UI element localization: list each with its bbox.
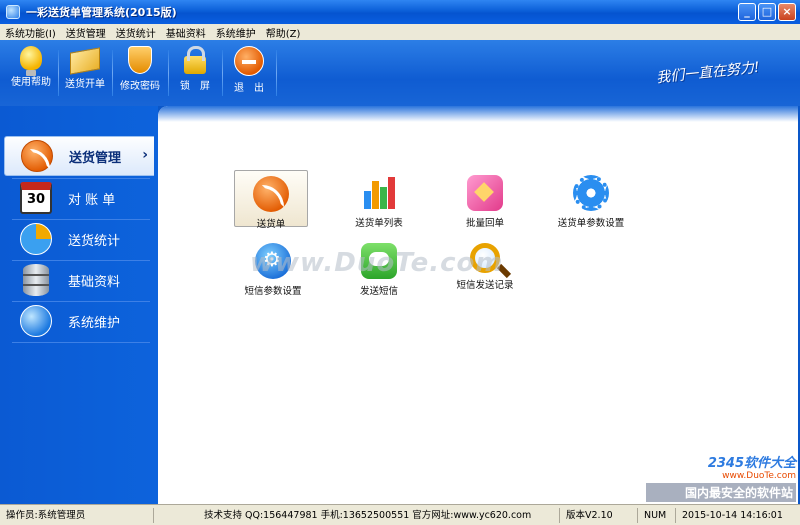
tile-delivery-settings[interactable]: 送货单参数设置 <box>545 170 637 229</box>
toolbar: 使用帮助 送货开单 修改密码 锁 屏 退 出 我们一直在努力! <box>0 40 800 106</box>
change-password-button-label: 修改密码 <box>120 81 160 92</box>
menu-system-maintenance[interactable]: 系统维护 <box>211 25 261 40</box>
tile-delivery-note[interactable]: 送货单 <box>234 170 308 230</box>
exit-button[interactable]: 退 出 <box>226 46 272 94</box>
status-version: 版本V2.10 <box>562 508 638 523</box>
toolbar-separator <box>112 50 113 96</box>
app-icon <box>6 5 20 19</box>
layers-icon <box>467 175 503 211</box>
sidebar: 送货管理 › 30 对 账 单 送货统计 基础资料 系统维护 <box>0 106 158 504</box>
new-delivery-button-label: 送货开单 <box>65 79 105 90</box>
minimize-button[interactable]: _ <box>738 3 756 21</box>
menu-basic-data[interactable]: 基础资料 <box>161 25 211 40</box>
tile-label: 短信发送记录 <box>456 280 514 291</box>
new-delivery-button[interactable]: 送货开单 <box>62 46 108 90</box>
menu-bar: 系统功能(I) 送货管理 送货统计 基础资料 系统维护 帮助(Z) <box>0 24 800 40</box>
box-icon <box>70 47 100 75</box>
status-bar: 操作员:系统管理员 技术支持 QQ:156447981 手机:136525005… <box>0 504 800 525</box>
tile-label: 批量回单 <box>465 218 504 229</box>
sidebar-item-label: 送货统计 <box>68 233 121 249</box>
toolbar-separator <box>58 50 59 96</box>
slogan: 我们一直在努力! <box>655 59 761 87</box>
status-numlock: NUM <box>640 508 676 523</box>
tile-batch-return[interactable]: 批量回单 <box>440 170 530 229</box>
tile-label: 送货单 <box>256 219 286 230</box>
sidebar-item-basic-data[interactable]: 基础资料 <box>4 260 154 300</box>
rss-icon <box>21 140 53 172</box>
corner-logo: 2345软件大全 www.DuoTe.com 国内最安全的软件站 <box>646 452 796 502</box>
chevron-right-icon: › <box>142 147 148 163</box>
sidebar-item-label: 基础资料 <box>68 274 121 290</box>
pie-chart-icon <box>20 223 52 255</box>
corner-logo-url: www.DuoTe.com <box>722 471 796 481</box>
sidebar-divider <box>12 342 150 343</box>
title-bar: 一彩送货单管理系统(2015版) _ □ × <box>0 0 800 24</box>
menu-system-functions[interactable]: 系统功能(I) <box>0 25 61 40</box>
corner-logo-tagline: 国内最安全的软件站 <box>646 483 796 502</box>
exit-button-label: 退 出 <box>234 83 264 94</box>
tile-label: 发送短信 <box>359 286 398 297</box>
sidebar-item-delivery-management[interactable]: 送货管理 › <box>4 136 154 176</box>
window-controls: _ □ × <box>738 3 796 21</box>
sidebar-item-delivery-statistics[interactable]: 送货统计 <box>4 219 154 259</box>
maximize-button[interactable]: □ <box>758 3 776 21</box>
window-title: 一彩送货单管理系统(2015版) <box>26 6 177 19</box>
status-operator: 操作员:系统管理员 <box>2 508 154 523</box>
tile-label: 送货单参数设置 <box>557 218 625 229</box>
tile-label: 短信参数设置 <box>244 286 302 297</box>
help-button[interactable]: 使用帮助 <box>8 46 54 88</box>
status-support: 技术支持 QQ:156447981 手机:13652500551 官方网址:ww… <box>200 508 560 523</box>
watermark: www.DuoTe.com <box>250 248 504 278</box>
status-datetime: 2015-10-14 14:16:01 <box>682 510 783 521</box>
sidebar-item-statement[interactable]: 30 对 账 单 <box>4 178 154 218</box>
tile-delivery-list[interactable]: 送货单列表 <box>334 170 424 229</box>
calendar-icon: 30 <box>20 182 52 214</box>
toolbar-separator <box>276 50 277 96</box>
rss-icon <box>253 176 289 212</box>
lock-screen-button[interactable]: 锁 屏 <box>172 46 218 92</box>
menu-help[interactable]: 帮助(Z) <box>261 25 306 40</box>
toolbar-separator <box>222 50 223 96</box>
bar-chart-icon <box>361 175 397 211</box>
lock-screen-button-label: 锁 屏 <box>180 81 210 92</box>
shield-icon <box>128 46 152 74</box>
sidebar-item-system-maintenance[interactable]: 系统维护 <box>4 301 154 341</box>
main-panel <box>158 106 798 504</box>
main-panel-header <box>158 106 798 122</box>
close-button[interactable]: × <box>778 3 796 21</box>
toolbar-separator <box>168 50 169 96</box>
change-password-button[interactable]: 修改密码 <box>116 46 164 92</box>
tile-label: 送货单列表 <box>355 218 403 229</box>
sidebar-item-label: 系统维护 <box>68 315 121 331</box>
gear-icon <box>573 175 609 211</box>
database-icon <box>23 264 49 296</box>
menu-delivery-statistics[interactable]: 送货统计 <box>111 25 161 40</box>
sidebar-item-label: 送货管理 <box>69 150 122 166</box>
corner-logo-brand: 2345软件大全 <box>707 456 796 471</box>
globe-icon <box>20 305 52 337</box>
lock-icon <box>184 46 206 74</box>
exit-icon <box>234 46 264 76</box>
sidebar-item-label: 对 账 单 <box>68 192 116 208</box>
menu-delivery-management[interactable]: 送货管理 <box>61 25 111 40</box>
lightbulb-icon <box>20 46 42 76</box>
